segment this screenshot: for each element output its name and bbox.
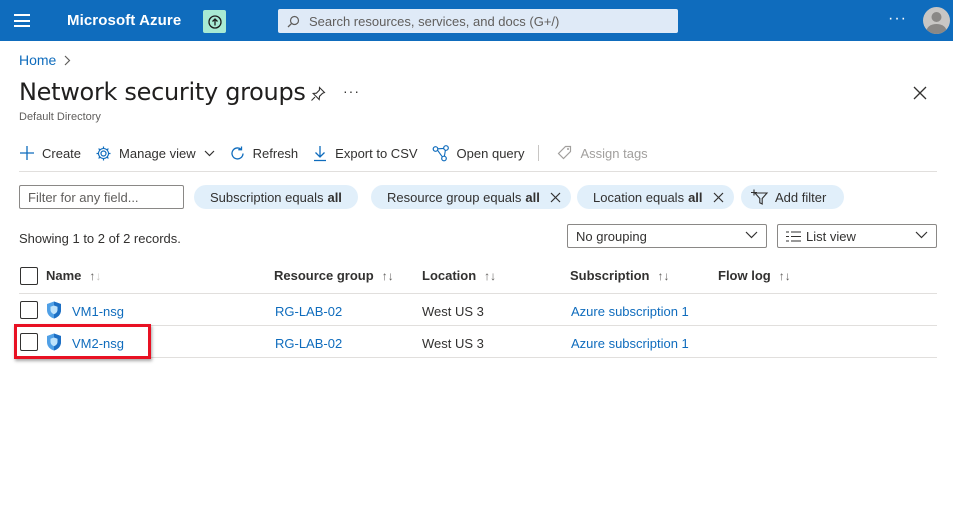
brand-title[interactable]: Microsoft Azure (67, 12, 181, 29)
title-more-icon[interactable]: ··· (343, 83, 360, 99)
column-header-name[interactable]: Name ↑↓ (46, 268, 101, 283)
chevron-down-icon (915, 231, 928, 239)
subscription-filter-value: all (327, 189, 342, 205)
column-header-resource-group[interactable]: Resource group ↑↓ (274, 268, 394, 283)
column-header-flow-log[interactable]: Flow log ↑↓ (718, 268, 791, 283)
highlight-box (14, 324, 151, 359)
search-icon (287, 15, 300, 27)
list-view-icon (786, 230, 801, 242)
resource-group-filter-pill[interactable]: Resource group equals all (371, 185, 571, 209)
chevron-right-icon (64, 55, 71, 65)
more-options-icon[interactable]: ··· (888, 10, 907, 28)
location-cell: West US 3 (422, 336, 484, 351)
add-filter-icon (751, 189, 769, 205)
column-flow-log-label: Flow log (718, 268, 771, 283)
upgrade-icon[interactable] (203, 10, 226, 33)
toolbar-divider (538, 145, 540, 161)
close-icon[interactable] (913, 86, 927, 103)
hamburger-menu-icon[interactable] (14, 14, 30, 27)
records-count: Showing 1 to 2 of 2 records. (19, 231, 181, 246)
refresh-icon (231, 146, 244, 160)
view-dropdown[interactable]: List view (777, 224, 937, 248)
subscription-filter-label: Subscription equals (210, 189, 324, 205)
remove-filter-icon[interactable] (550, 192, 561, 203)
column-location-label: Location (422, 268, 477, 283)
grouping-selected: No grouping (576, 228, 647, 244)
add-filter-label: Add filter (775, 189, 827, 205)
tag-icon (558, 145, 572, 160)
subscription-link[interactable]: Azure subscription 1 (571, 304, 689, 319)
location-filter-pill[interactable]: Location equals all (577, 185, 734, 209)
location-filter-label: Location equals (593, 189, 685, 205)
subscription-filter-pill[interactable]: Subscription equals all (194, 185, 358, 209)
remove-filter-icon[interactable] (713, 192, 724, 203)
chevron-down-icon (745, 231, 758, 239)
sort-icon: ↑↓ (778, 268, 791, 283)
filter-input[interactable] (19, 185, 184, 209)
page-subtitle: Default Directory (19, 111, 101, 123)
assign-tags-button[interactable]: Assign tags (557, 145, 648, 161)
manage-view-button[interactable]: Manage view (95, 145, 215, 162)
manage-view-label: Manage view (119, 145, 196, 161)
resource-group-link[interactable]: RG-LAB-02 (275, 304, 342, 319)
global-search-input[interactable]: Search resources, services, and docs (G+… (278, 9, 678, 33)
add-filter-button[interactable]: Add filter (741, 185, 845, 209)
view-selected: List view (806, 228, 856, 244)
grouping-dropdown[interactable]: No grouping (567, 224, 767, 248)
location-filter-value: all (688, 189, 703, 205)
breadcrumb: Home (19, 52, 71, 68)
page-title: Network security groups (19, 78, 306, 106)
location-cell: West US 3 (422, 304, 484, 319)
open-query-label: Open query (456, 145, 525, 161)
export-csv-label: Export to CSV (335, 145, 418, 161)
column-header-subscription[interactable]: Subscription ↑↓ (570, 268, 669, 283)
resource-group-filter-value: all (525, 189, 540, 205)
command-bar: Create Manage view Refresh Export to CSV… (19, 140, 662, 166)
select-all-checkbox[interactable] (20, 267, 38, 285)
gear-icon (96, 146, 111, 160)
create-button[interactable]: Create (19, 145, 81, 161)
download-icon (314, 145, 327, 161)
avatar[interactable] (923, 7, 950, 34)
subscription-link[interactable]: Azure subscription 1 (571, 336, 689, 351)
refresh-button[interactable]: Refresh (229, 145, 299, 162)
breadcrumb-home-link[interactable]: Home (19, 52, 56, 68)
sort-icon: ↑↓ (484, 268, 497, 283)
row-checkbox[interactable] (20, 301, 38, 319)
search-placeholder: Search resources, services, and docs (G+… (309, 13, 560, 29)
network-security-group-icon (47, 301, 61, 319)
sort-ascending-icon: ↑↓ (89, 268, 102, 283)
open-query-button[interactable]: Open query (432, 144, 525, 162)
plus-icon (20, 146, 34, 160)
row-divider (19, 325, 937, 326)
top-bar: Microsoft Azure Search resources, servic… (0, 0, 953, 41)
resource-group-link[interactable]: RG-LAB-02 (275, 336, 342, 351)
column-header-location[interactable]: Location ↑↓ (422, 268, 496, 283)
refresh-label: Refresh (252, 145, 299, 161)
resource-name-link[interactable]: VM1-nsg (72, 304, 124, 319)
column-name-label: Name (46, 268, 82, 283)
resource-group-filter-label: Resource group equals (387, 189, 522, 205)
query-icon (432, 144, 449, 161)
row-divider (19, 357, 937, 358)
header-divider (19, 293, 937, 294)
create-label: Create (42, 145, 82, 161)
column-resource-group-label: Resource group (274, 268, 374, 283)
pin-icon[interactable] (310, 86, 326, 105)
sort-icon: ↑↓ (381, 268, 394, 283)
column-subscription-label: Subscription (570, 268, 650, 283)
assign-tags-label: Assign tags (580, 145, 648, 161)
chevron-down-icon (204, 150, 215, 156)
export-csv-button[interactable]: Export to CSV (312, 145, 418, 162)
sort-icon: ↑↓ (657, 268, 670, 283)
toolbar-divider-line (19, 171, 937, 172)
